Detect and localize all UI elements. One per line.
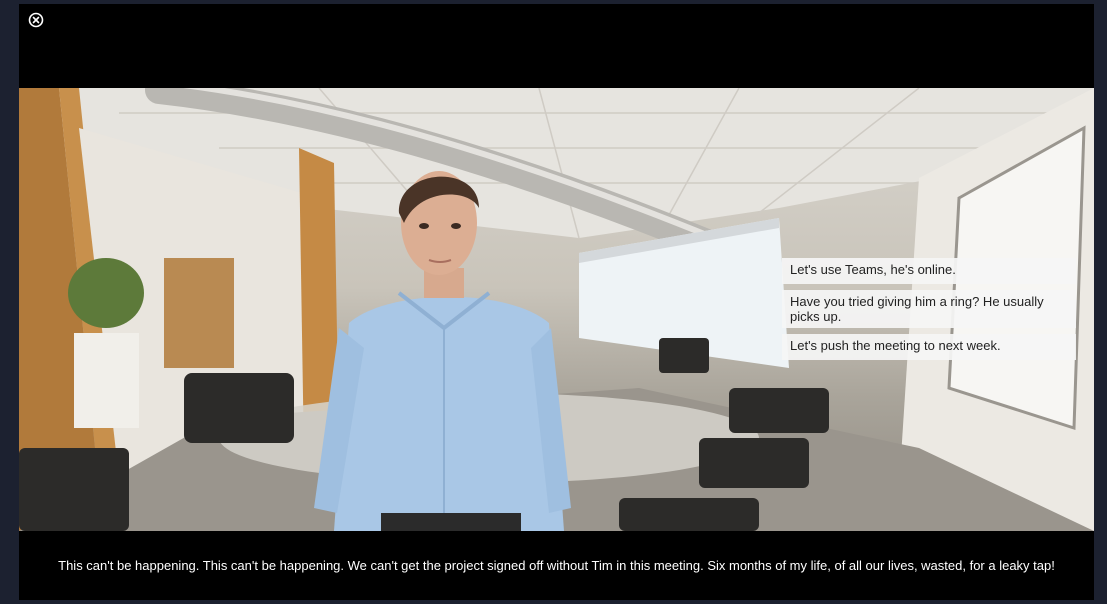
video-player: Let's use Teams, he's online. Have you t… [19,4,1094,600]
office-scene: Let's use Teams, he's online. Have you t… [19,88,1094,531]
close-button[interactable] [27,11,45,29]
dialogue-option-ring[interactable]: Have you tried giving him a ring? He usu… [782,290,1076,328]
dialogue-options: Let's use Teams, he's online. Have you t… [782,258,1076,366]
dialogue-option-teams[interactable]: Let's use Teams, he's online. [782,258,1076,284]
dialogue-option-push-meeting[interactable]: Let's push the meeting to next week. [782,334,1076,360]
subtitle-text: This can't be happening. This can't be h… [58,558,1055,573]
close-circle-icon [28,12,44,28]
